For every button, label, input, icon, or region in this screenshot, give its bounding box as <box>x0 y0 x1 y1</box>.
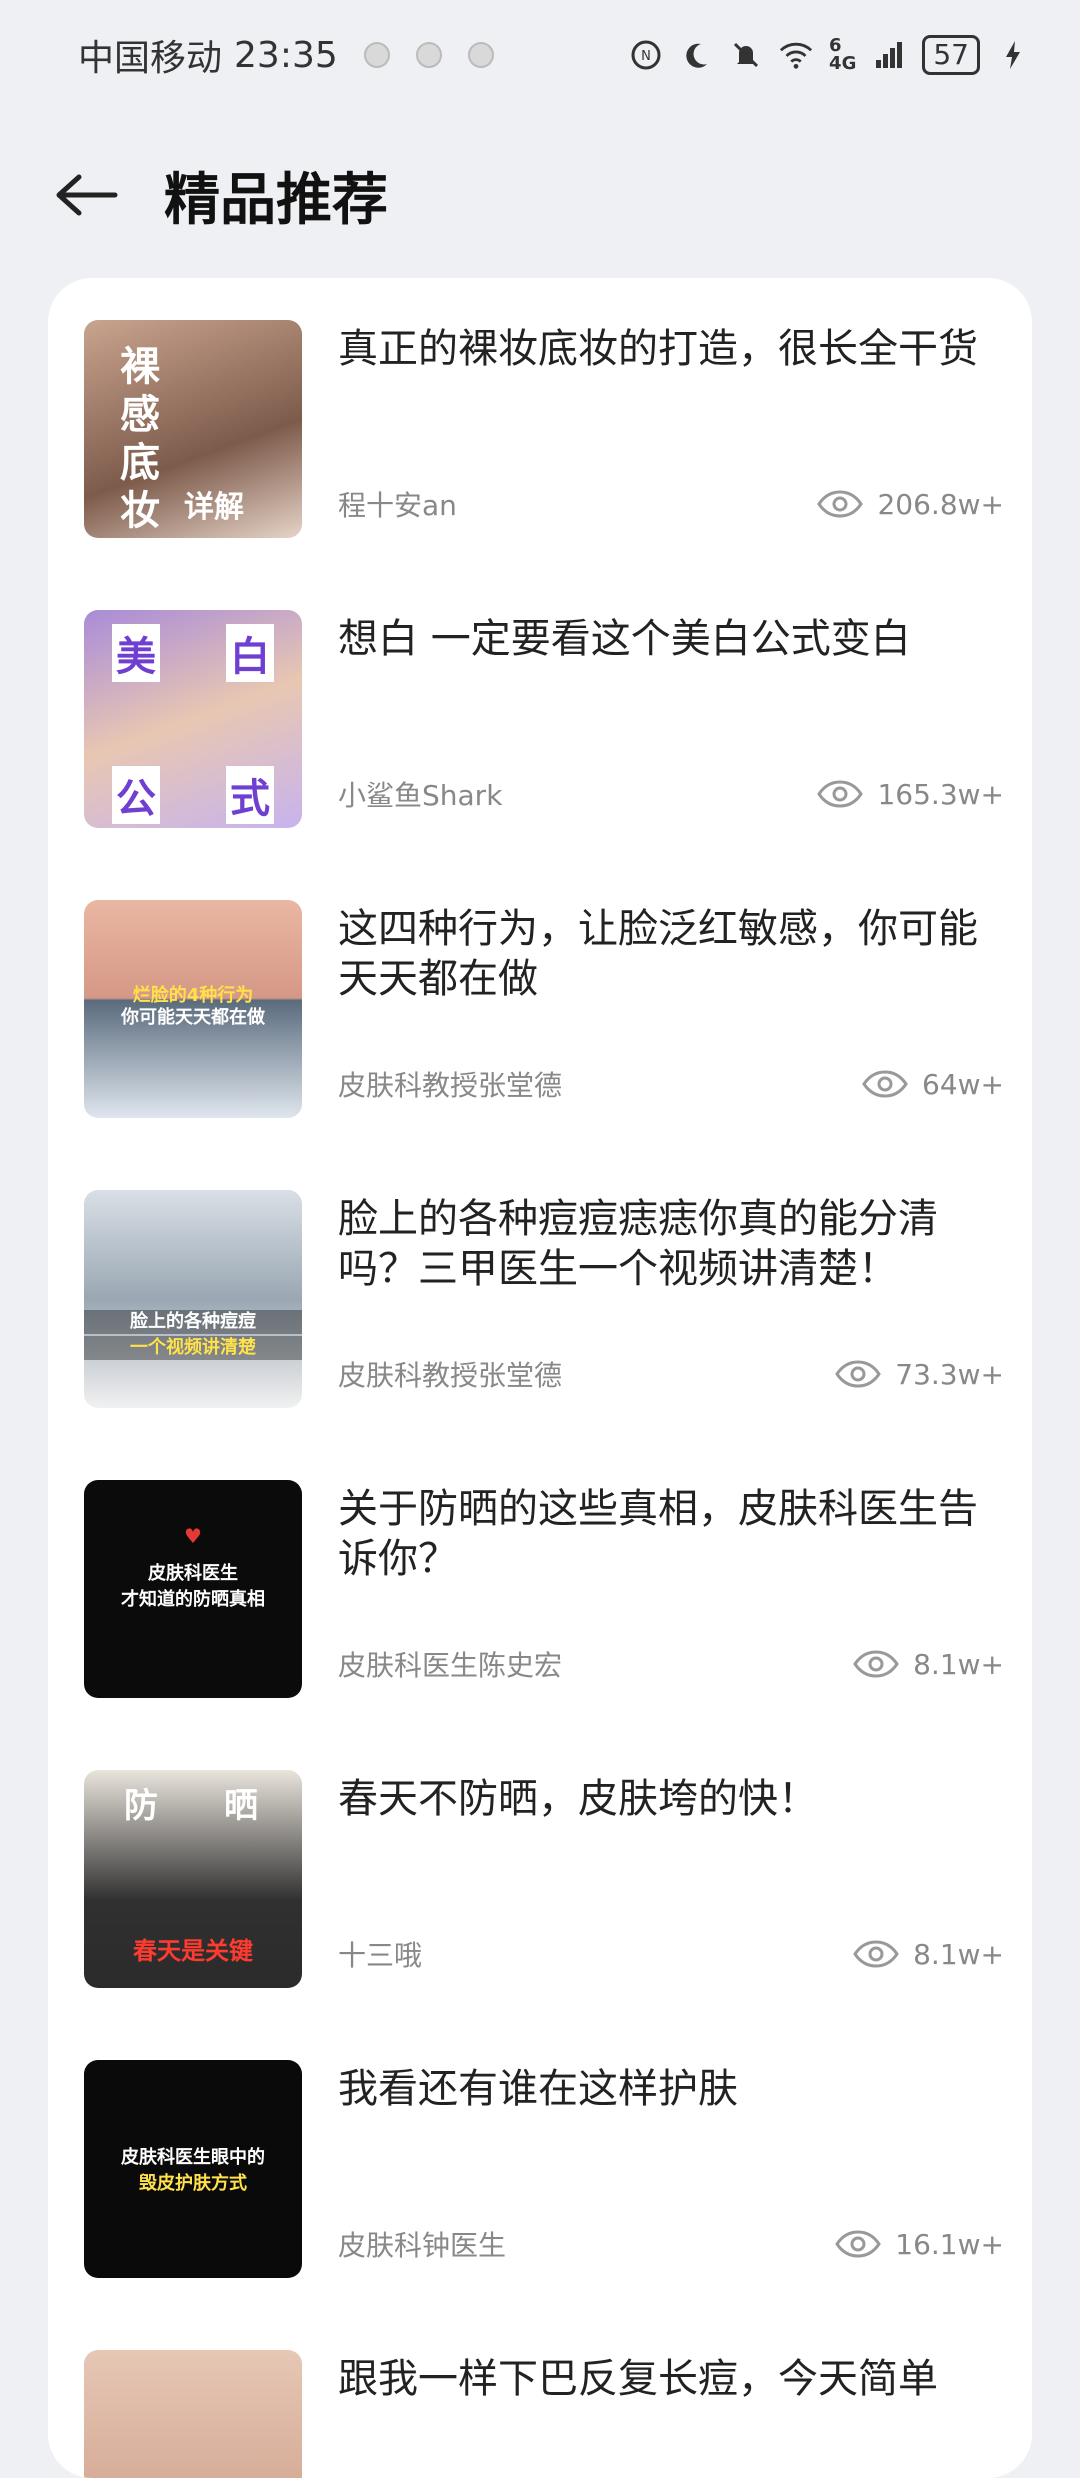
item-meta: 小鲨鱼Shark 165.3w+ <box>338 774 1004 814</box>
item-author: 小鲨鱼Shark <box>338 779 503 812</box>
eye-icon <box>835 2230 882 2258</box>
status-left: 中国移动 23:35 <box>78 29 494 81</box>
item-title: 春天不防晒，皮肤垮的快！ <box>338 1776 818 1822</box>
list-item[interactable]: 裸 感 底 妆 详解 真正的裸妆底妆的打造，很长全干货 程十安an 206.8w… <box>84 320 1004 540</box>
video-thumbnail[interactable]: 美 白 公 式 <box>84 610 302 828</box>
item-info: 想白 一定要看这个美白公式变白 小鲨鱼Shark 165.3w+ <box>338 610 1004 830</box>
item-info: 关于防晒的这些真相，皮肤科医生告诉你？ 皮肤科医生陈史宏 8.1w+ <box>338 1480 1004 1700</box>
signal-icon <box>872 38 906 72</box>
view-count: 16.1w+ <box>835 2228 1004 2261</box>
list-item[interactable]: 跟我一样下巴反复长痘，今天简单 <box>84 2350 1004 2478</box>
page-title: 精品推荐 <box>164 167 388 233</box>
video-thumbnail[interactable]: ♥ 皮肤科医生 才知道的防晒真相 <box>84 1480 302 1698</box>
video-thumbnail[interactable]: 脸上的各种痘痘 一个视频讲清楚 <box>84 1190 302 1408</box>
video-thumbnail[interactable]: 皮肤科医生眼中的 毁皮护肤方式 <box>84 2060 302 2278</box>
nfc-icon: N <box>629 38 663 72</box>
item-title: 脸上的各种痘痘痣痣你真的能分清吗？三甲医生一个视频讲清楚！ <box>338 1196 938 1292</box>
list-item[interactable]: 皮肤科医生眼中的 毁皮护肤方式 我看还有谁在这样护肤 皮肤科钟医生 16.1w+ <box>84 2060 1004 2280</box>
network-type: 6 4G <box>829 35 857 74</box>
header: 精品推荐 <box>0 140 1080 250</box>
view-count: 64w+ <box>862 1068 1004 1101</box>
recommend-list: 裸 感 底 妆 详解 真正的裸妆底妆的打造，很长全干货 程十安an 206.8w… <box>48 278 1032 2478</box>
view-count: 206.8w+ <box>817 488 1004 521</box>
view-count: 165.3w+ <box>817 778 1004 811</box>
eye-icon <box>853 1650 899 1678</box>
item-author: 皮肤科教授张堂德 <box>338 1069 563 1102</box>
item-author: 皮肤科钟医生 <box>338 2229 507 2262</box>
heart-icon: ♥ <box>184 1524 202 1548</box>
item-meta: 程十安an 206.8w+ <box>338 484 1004 524</box>
item-info: 春天不防晒，皮肤垮的快！ 十三哦 8.1w+ <box>338 1770 1004 1990</box>
view-count: 8.1w+ <box>853 1938 1004 1971</box>
carrier-label: 中国移动 <box>78 38 223 79</box>
item-title: 关于防晒的这些真相，皮肤科医生告诉你？ <box>338 1486 978 1582</box>
item-title: 我看还有谁在这样护肤 <box>338 2066 738 2112</box>
view-count: 8.1w+ <box>853 1648 1004 1681</box>
item-info: 真正的裸妆底妆的打造，很长全干货 程十安an 206.8w+ <box>338 320 1004 540</box>
clock: 23:35 <box>234 34 338 76</box>
eye-icon <box>853 1940 899 1968</box>
back-button[interactable] <box>42 150 132 240</box>
moon-icon <box>679 38 713 72</box>
item-meta: 皮肤科教授张堂德 64w+ <box>338 1064 1004 1104</box>
video-thumbnail[interactable]: 防 晒 春天是关键 <box>84 1770 302 1988</box>
item-info: 脸上的各种痘痘痣痣你真的能分清吗？三甲医生一个视频讲清楚！ 皮肤科教授张堂德 7… <box>338 1190 1004 1410</box>
item-title: 想白 一定要看这个美白公式变白 <box>338 616 911 662</box>
mute-bell-icon <box>729 38 763 72</box>
notification-icon <box>363 42 390 68</box>
item-meta: 皮肤科教授张堂德 73.3w+ <box>338 1354 1004 1394</box>
list-item[interactable]: 烂脸的4种行为 你可能天天都在做 这四种行为，让脸泛红敏感，你可能天天都在做 皮… <box>84 900 1004 1120</box>
list-item[interactable]: 防 晒 春天是关键 春天不防晒，皮肤垮的快！ 十三哦 8.1w+ <box>84 1770 1004 1990</box>
item-info: 我看还有谁在这样护肤 皮肤科钟医生 16.1w+ <box>338 2060 1004 2280</box>
video-thumbnail[interactable] <box>84 2350 302 2478</box>
item-info: 跟我一样下巴反复长痘，今天简单 <box>338 2350 1004 2478</box>
svg-text:N: N <box>641 49 651 64</box>
eye-icon <box>817 490 864 518</box>
eye-icon <box>817 780 864 808</box>
item-author: 程十安an <box>338 489 457 522</box>
list-item[interactable]: 美 白 公 式 想白 一定要看这个美白公式变白 小鲨鱼Shark 165.3w+ <box>84 610 1004 830</box>
charging-icon <box>996 38 1030 72</box>
item-title: 真正的裸妆底妆的打造，很长全干货 <box>338 326 978 372</box>
item-title: 跟我一样下巴反复长痘，今天简单 <box>338 2356 938 2402</box>
wifi-icon <box>779 38 813 72</box>
view-count: 73.3w+ <box>835 1358 1004 1391</box>
status-bar: 中国移动 23:35 N 6 4G 57 <box>0 0 1080 110</box>
eye-icon <box>862 1070 908 1098</box>
item-info: 这四种行为，让脸泛红敏感，你可能天天都在做 皮肤科教授张堂德 64w+ <box>338 900 1004 1120</box>
video-thumbnail[interactable]: 烂脸的4种行为 你可能天天都在做 <box>84 900 302 1118</box>
item-author: 皮肤科医生陈史宏 <box>338 1649 563 1682</box>
item-author: 十三哦 <box>338 1939 423 1972</box>
item-meta: 皮肤科医生陈史宏 8.1w+ <box>338 1644 1004 1684</box>
notification-icon <box>415 42 442 68</box>
item-title: 这四种行为，让脸泛红敏感，你可能天天都在做 <box>338 906 978 1002</box>
back-arrow-icon <box>56 174 118 216</box>
item-author: 皮肤科教授张堂德 <box>338 1359 563 1392</box>
list-item[interactable]: ♥ 皮肤科医生 才知道的防晒真相 关于防晒的这些真相，皮肤科医生告诉你？ 皮肤科… <box>84 1480 1004 1700</box>
video-thumbnail[interactable]: 裸 感 底 妆 详解 <box>84 320 302 538</box>
item-meta: 皮肤科钟医生 16.1w+ <box>338 2224 1004 2264</box>
eye-icon <box>835 1360 882 1388</box>
list-item[interactable]: 脸上的各种痘痘 一个视频讲清楚 脸上的各种痘痘痣痣你真的能分清吗？三甲医生一个视… <box>84 1190 1004 1410</box>
item-meta: 十三哦 8.1w+ <box>338 1934 1004 1974</box>
status-right: N 6 4G 57 <box>629 35 1030 75</box>
notification-icon <box>467 42 494 68</box>
battery-level: 57 <box>922 35 980 75</box>
